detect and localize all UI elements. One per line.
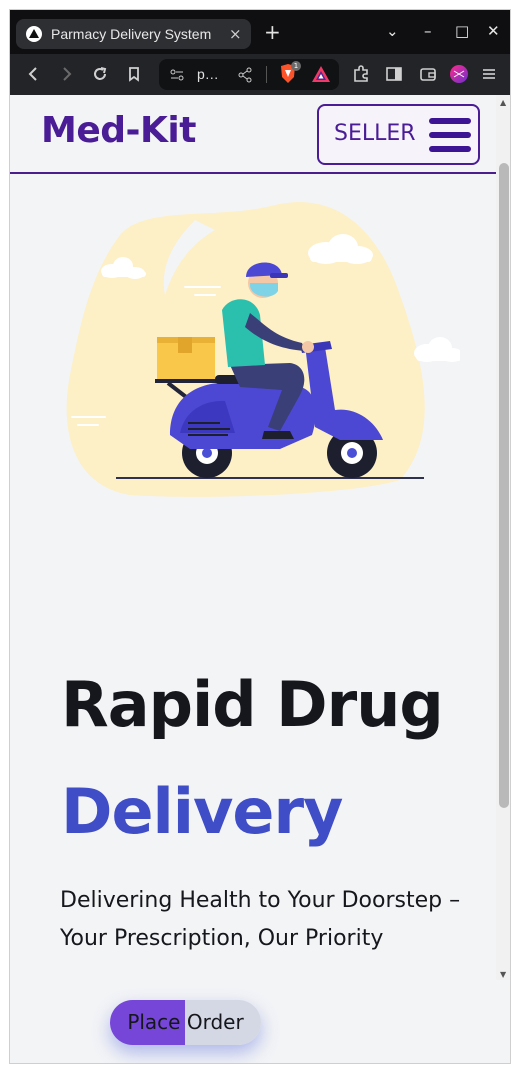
hamburger-icon <box>429 118 471 152</box>
hero-subtitle: Delivering Health to Your Doorstep – You… <box>60 888 461 951</box>
page-scrollbar[interactable]: ▲ ▼ <box>496 95 510 980</box>
hero-title-line2: Delivery <box>61 775 343 848</box>
seller-menu-button[interactable]: SELLER <box>317 104 480 165</box>
wallet-icon[interactable] <box>418 64 438 84</box>
bookmark-icon[interactable] <box>124 64 144 84</box>
sidebar-icon[interactable] <box>384 64 404 84</box>
tab-search-dropdown-icon[interactable]: ⌄ <box>386 21 399 41</box>
scroll-down-icon[interactable]: ▼ <box>500 971 508 979</box>
browser-window: Parmacy Delivery System × + ⌄ – □ ✕ p… 1 <box>9 9 511 1064</box>
browser-toolbar: p… 1 <box>10 54 510 95</box>
maximize-button[interactable]: □ <box>455 21 469 41</box>
rewards-icon[interactable] <box>311 64 331 84</box>
tab-close-icon[interactable]: × <box>229 25 242 43</box>
menu-icon[interactable] <box>479 64 499 84</box>
tab-strip: Parmacy Delivery System × + ⌄ – □ ✕ <box>10 10 510 54</box>
scrollbar-thumb[interactable] <box>499 163 509 808</box>
site-settings-icon[interactable] <box>169 67 185 83</box>
place-order-button[interactable]: Place Order <box>110 1000 261 1045</box>
seller-label: SELLER <box>334 121 416 146</box>
delivery-scooter-illustration <box>66 202 460 497</box>
site-header: Med-Kit SELLER <box>10 95 496 174</box>
url-text: p… <box>197 66 219 82</box>
reload-icon[interactable] <box>90 64 110 84</box>
profile-icon[interactable] <box>449 64 469 84</box>
minimize-button[interactable]: – <box>424 21 432 41</box>
close-window-button[interactable]: ✕ <box>487 21 500 41</box>
url-divider <box>266 66 267 83</box>
place-order-label: Place Order <box>127 1010 244 1034</box>
new-tab-button[interactable]: + <box>264 22 281 42</box>
forward-icon[interactable] <box>56 64 76 84</box>
site-favicon-icon <box>26 26 42 42</box>
page-viewport: Med-Kit SELLER Rapid Drug Delivery Deliv… <box>10 95 510 1063</box>
extensions-icon[interactable] <box>351 64 371 84</box>
active-tab[interactable]: Parmacy Delivery System × <box>16 19 251 49</box>
scroll-up-icon[interactable]: ▲ <box>500 99 508 107</box>
brand-logo[interactable]: Med-Kit <box>41 110 196 151</box>
back-icon[interactable] <box>24 64 44 84</box>
shields-badge: 1 <box>291 61 301 71</box>
share-icon[interactable] <box>237 67 253 83</box>
tab-title: Parmacy Delivery System <box>51 26 212 42</box>
hero-title-line1: Rapid Drug <box>61 668 444 741</box>
